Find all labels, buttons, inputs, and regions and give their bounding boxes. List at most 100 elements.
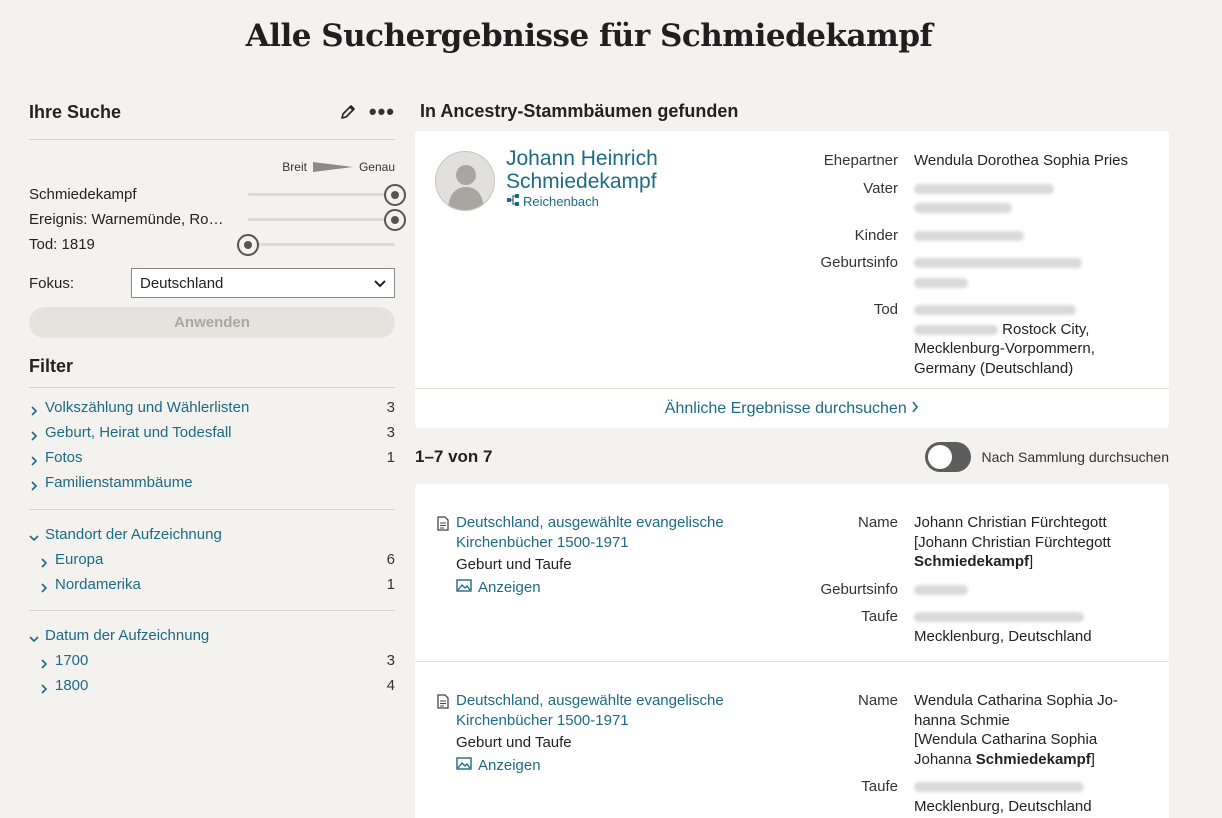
criterion-label: Tod: 1819 <box>29 235 95 253</box>
filter-item[interactable]: Europa 6 <box>29 547 395 572</box>
person-surname: Schmiedekampf <box>506 170 657 193</box>
chevron-right-icon <box>29 428 39 441</box>
filter-item-label: Nordamerika <box>55 576 141 593</box>
filter-item[interactable]: Familienstammbäume <box>29 470 395 495</box>
fact-label: Ehepartner <box>823 152 898 169</box>
focus-select-value: Deutschland <box>140 274 224 292</box>
name-value: Johann Christian Fürchtegott <box>914 514 1107 531</box>
tree-link[interactable]: Reichenbach <box>506 194 599 209</box>
focus-row: Fokus: Deutschland <box>29 268 395 298</box>
criterion-death: Tod: 1819 <box>29 232 395 256</box>
chevron-down-icon <box>374 275 386 292</box>
results-bar: 1–7 von 7 Nach Sammlung durchsuchen <box>415 432 1169 482</box>
filter-heading: Filter <box>29 356 74 376</box>
divider <box>29 139 395 140</box>
family-tree-icon <box>506 194 520 209</box>
filter-group-toggle[interactable]: Standort der Aufzeichnung <box>29 522 395 547</box>
filter-item-count: 3 <box>386 652 395 669</box>
filter-item-label: Europa <box>55 551 104 568</box>
name-value: Wendula Catharina Sophia Jo-hanna Schmie <box>914 692 1119 729</box>
baptism-place: Mecklenburg, Deutschland <box>914 797 1092 815</box>
precision-scale: Breit Genau <box>29 160 395 174</box>
criterion-label: Schmiedekampf <box>29 185 137 203</box>
fact-label: Name <box>857 514 898 531</box>
chevron-right-icon <box>29 403 39 416</box>
view-image-link[interactable]: Anzeigen <box>456 579 541 596</box>
alt-name-highlight: Schmiedekampf <box>975 750 1091 768</box>
filter-item-count: 1 <box>386 576 395 593</box>
chevron-right-icon <box>39 681 49 694</box>
redacted-value <box>914 253 1150 292</box>
document-icon <box>437 694 449 709</box>
avatar <box>435 151 495 211</box>
chevron-down-icon <box>29 530 39 541</box>
filter-group-toggle[interactable]: Datum der Aufzeichnung <box>29 623 395 648</box>
precision-slider-handle[interactable] <box>384 209 406 231</box>
precision-slider-handle[interactable] <box>384 184 406 206</box>
tree-match-card: Johann Heinrich Schmiedekampf Reichenbac… <box>415 131 1169 428</box>
similar-results-link[interactable]: Ähnliche Ergebnisse durchsuchen <box>415 388 1169 428</box>
redacted-value <box>914 580 1150 600</box>
scale-exact-label: Genau <box>358 160 395 174</box>
filter-item[interactable]: Fotos 1 <box>29 445 395 470</box>
view-image-link[interactable]: Anzeigen <box>456 757 541 774</box>
precision-slider-track[interactable] <box>237 234 395 256</box>
filter-item-label: Geburt, Heirat und Todesfall <box>45 424 232 441</box>
filter-item-count: 1 <box>386 449 395 466</box>
alt-name-suffix: ] <box>1090 750 1095 768</box>
image-icon <box>456 757 472 774</box>
scale-broad-label: Breit <box>282 160 307 174</box>
fact-label: Taufe <box>861 778 898 795</box>
criterion-event: Ereignis: Warnemünde, Rost... <box>29 207 406 231</box>
more-options-icon[interactable]: ••• <box>369 101 395 123</box>
view-label: Anzeigen <box>478 757 541 774</box>
person-given-names: Johann Heinrich <box>506 147 658 170</box>
chevron-right-icon <box>911 400 919 417</box>
chevron-right-icon <box>29 478 39 491</box>
filter-item-count: 6 <box>386 551 395 568</box>
redacted-value <box>914 179 1150 218</box>
filter-item[interactable]: Geburt, Heirat und Todesfall 3 <box>29 420 395 445</box>
person-name-link[interactable]: Johann Heinrich Schmiedekampf <box>506 147 658 193</box>
precision-slider-handle[interactable] <box>237 234 259 256</box>
record-title-link[interactable]: Deutschland, ausgewählte evangelische Ki… <box>456 691 756 731</box>
list-item: Deutschland, ausgewählte evangelische Ki… <box>415 484 1169 662</box>
collection-toggle-label: Nach Sammlung durchsuchen <box>981 449 1169 465</box>
filter-item-label: Volkszählung und Wählerlisten <box>45 399 250 416</box>
filter-item-count: 4 <box>386 677 395 694</box>
chevron-right-icon <box>39 580 49 593</box>
focus-select[interactable]: Deutschland <box>131 268 395 298</box>
page-title: Alle Suchergebnisse für Schmiedekampf <box>245 18 933 54</box>
alt-name-highlight: Schmiedekampf <box>914 553 1030 570</box>
fact-label: Tod <box>873 301 898 318</box>
filter-item-count: 3 <box>386 399 395 416</box>
focus-label: Fokus: <box>29 274 75 292</box>
filter-item[interactable]: 1800 4 <box>29 673 395 698</box>
precision-slider-track[interactable] <box>248 209 406 231</box>
fact-label: Kinder <box>854 226 898 244</box>
record-facts: Name Johann Christian Fürchtegott [Johann … <box>820 513 1150 654</box>
record-type: Geburt und Taufe <box>456 556 572 573</box>
filter-item[interactable]: Nordamerika 1 <box>29 572 395 597</box>
redacted-value <box>914 226 1150 246</box>
collection-toggle[interactable] <box>925 442 972 472</box>
precision-slider-track[interactable] <box>248 184 406 206</box>
filter-date: Datum der Aufzeichnung 1700 3 1800 4 <box>29 623 395 698</box>
results-list: Deutschland, ausgewählte evangelische Ki… <box>415 484 1169 818</box>
fact-label: Geburtsinfo <box>820 254 898 271</box>
apply-button[interactable]: Anwenden <box>29 307 395 338</box>
search-sidebar: Ihre Suche ••• Breit Genau Schmiedekampf… <box>29 96 406 698</box>
record-title-link[interactable]: Deutschland, ausgewählte evangelische Ki… <box>456 513 756 553</box>
filter-item[interactable]: 1700 3 <box>29 648 395 673</box>
fact-label: Taufe <box>861 608 898 625</box>
filter-group-label: Datum der Aufzeichnung <box>45 627 210 644</box>
filter-item[interactable]: Volkszählung und Wählerlisten 3 <box>29 395 395 420</box>
death-place: Rostock City, <box>1002 320 1090 338</box>
death-value: Rostock City, Mecklenburg-Vorpommern, Ger… <box>914 300 1150 378</box>
divider <box>29 610 395 611</box>
divider <box>29 387 395 388</box>
search-heading: Ihre Suche <box>29 101 122 122</box>
filter-location: Standort der Aufzeichnung Europa 6 Nordam… <box>29 522 395 597</box>
pencil-icon[interactable] <box>339 103 357 121</box>
criterion-label: Ereignis: Warnemünde, Rost... <box>29 210 227 228</box>
